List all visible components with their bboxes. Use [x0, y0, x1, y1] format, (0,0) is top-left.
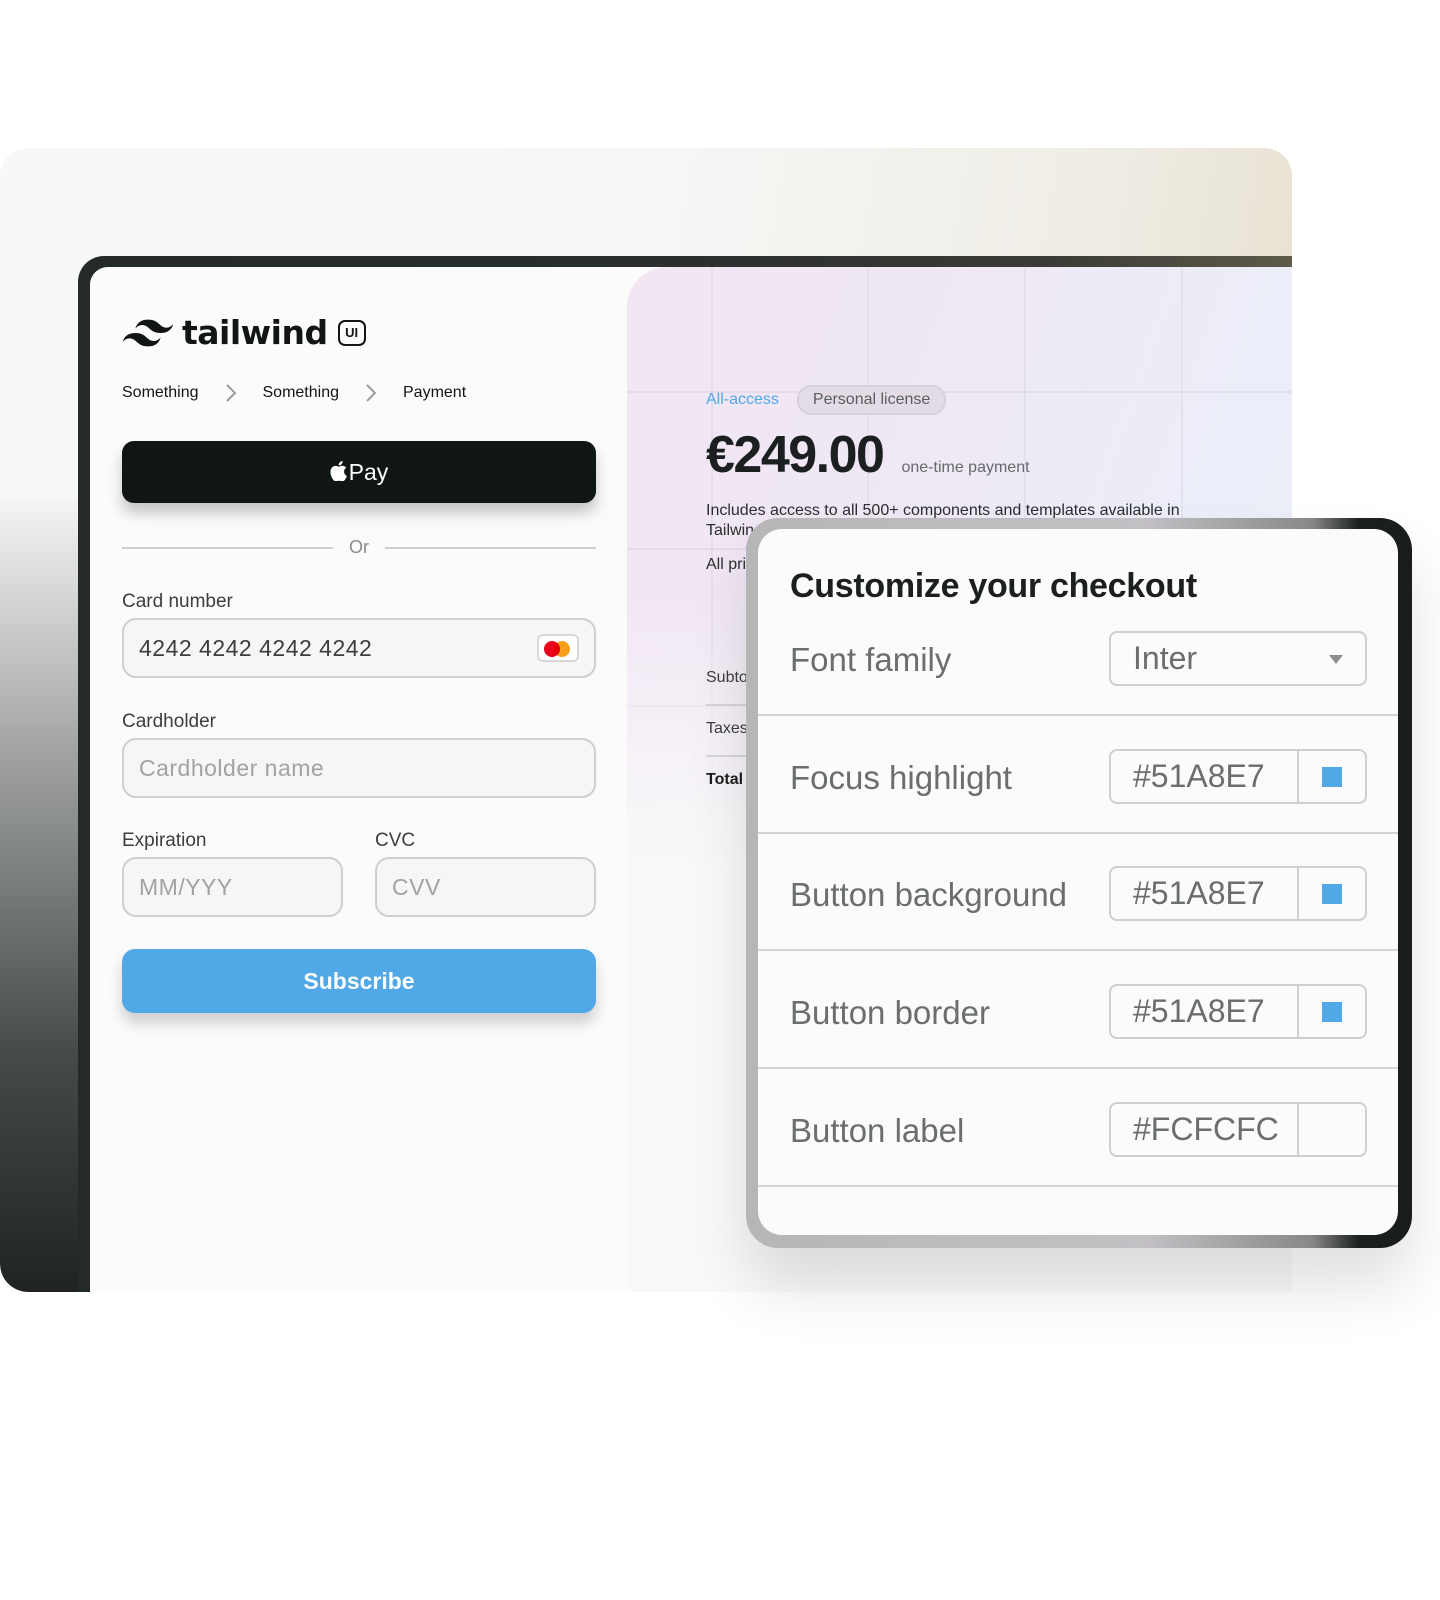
color-swatch[interactable]: [1322, 883, 1342, 904]
card-number-input[interactable]: 4242 4242 4242 4242: [122, 618, 596, 678]
brand-badge: UI: [337, 319, 366, 346]
cardholder-placeholder: Cardholder name: [139, 754, 325, 781]
option-button-background: Button background #51A8E7: [758, 834, 1398, 951]
card-number-label: Card number: [122, 591, 233, 612]
plan-description-secondary: All pri: [706, 556, 747, 573]
checkout-form-column: tailwind UI Something Something Payment …: [90, 267, 627, 1292]
taxes-label: Taxes: [706, 720, 748, 737]
cardholder-input[interactable]: Cardholder name: [122, 738, 596, 798]
cvc-label: CVC: [375, 830, 416, 851]
button-label-color-input[interactable]: #FCFCFC: [1109, 1102, 1367, 1157]
cvc-input[interactable]: CVV: [375, 857, 596, 917]
brand-logo[interactable]: tailwind UI: [122, 313, 366, 352]
customize-panel: Customize your checkout Font family Inte…: [758, 529, 1398, 1235]
focus-highlight-color-input[interactable]: #51A8E7: [1109, 749, 1367, 804]
color-hex-value[interactable]: #51A8E7: [1111, 986, 1299, 1037]
expiration-placeholder: MM/YYY: [139, 873, 233, 900]
plan-tabs: All-access Personal license: [706, 385, 947, 415]
price-block: €249.00 one-time payment: [706, 425, 1030, 485]
divider-label: Or: [349, 537, 369, 557]
color-swatch[interactable]: [1322, 1119, 1342, 1140]
option-focus-highlight: Focus highlight #51A8E7: [758, 717, 1398, 834]
apple-pay-button[interactable]: Pay: [122, 441, 596, 503]
color-hex-value[interactable]: #FCFCFC: [1111, 1104, 1299, 1155]
option-font-family: Font family Inter: [758, 599, 1398, 716]
mastercard-icon: [537, 634, 579, 662]
option-button-label: Button label #FCFCFC: [758, 1070, 1398, 1187]
apple-icon: [330, 460, 347, 481]
color-hex-value[interactable]: #51A8E7: [1111, 751, 1299, 802]
tailwind-logo-icon: [122, 319, 174, 346]
option-label: Focus highlight: [790, 759, 1012, 796]
expiration-input[interactable]: MM/YYY: [122, 857, 343, 917]
font-family-value: Inter: [1133, 640, 1198, 676]
price-note: one-time payment: [901, 459, 1030, 476]
tab-personal-license[interactable]: Personal license: [796, 385, 947, 415]
color-hex-value[interactable]: #51A8E7: [1111, 868, 1299, 919]
cardholder-label: Cardholder: [122, 711, 216, 732]
chevron-right-icon: [199, 383, 263, 403]
apple-pay-label: Pay: [348, 458, 389, 485]
expiration-label: Expiration: [122, 830, 207, 851]
total-label: Total: [706, 771, 744, 788]
tab-all-access[interactable]: All-access: [706, 391, 779, 409]
breadcrumb-item[interactable]: Something: [263, 384, 340, 402]
chevron-right-icon: [339, 383, 403, 403]
price-amount: €249.00: [706, 426, 885, 484]
card-number-value: 4242 4242 4242 4242: [139, 634, 373, 661]
chevron-down-icon: [1329, 655, 1343, 664]
option-button-border: Button border #51A8E7: [758, 952, 1398, 1069]
button-border-color-input[interactable]: #51A8E7: [1109, 984, 1367, 1039]
option-label: Font family: [790, 641, 952, 678]
subtotal-label: Subto: [706, 669, 748, 686]
color-swatch[interactable]: [1322, 766, 1342, 787]
color-swatch[interactable]: [1322, 1001, 1342, 1022]
cvc-placeholder: CVV: [392, 873, 441, 900]
option-label: Button background: [790, 876, 1068, 913]
option-label: Button label: [790, 1112, 965, 1149]
option-label: Button border: [790, 994, 990, 1031]
brand-name: tailwind: [182, 313, 328, 352]
breadcrumb: Something Something Payment: [122, 383, 466, 403]
font-family-select[interactable]: Inter: [1109, 631, 1367, 686]
breadcrumb-item[interactable]: Something: [122, 384, 199, 402]
breadcrumb-item-current[interactable]: Payment: [403, 384, 466, 402]
or-divider: Or: [122, 537, 596, 558]
button-background-color-input[interactable]: #51A8E7: [1109, 866, 1367, 921]
subscribe-button[interactable]: Subscribe: [122, 949, 596, 1013]
